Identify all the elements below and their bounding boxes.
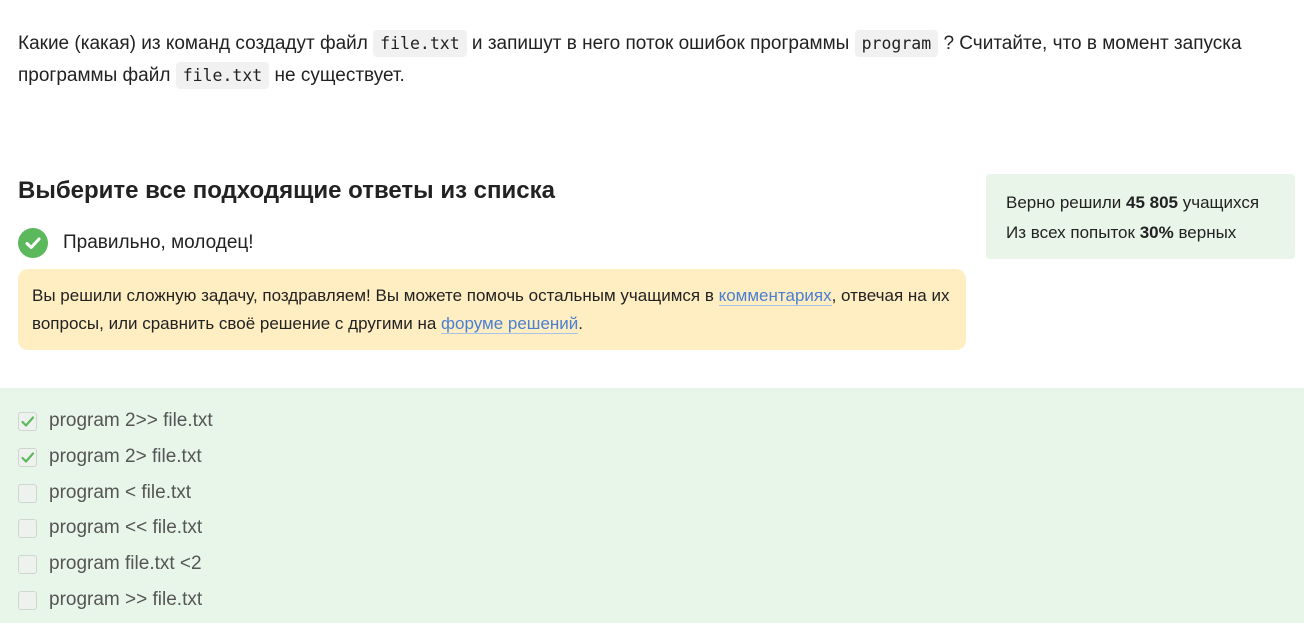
checkbox[interactable] (18, 590, 37, 610)
answers-title: Выберите все подходящие ответы из списка (18, 177, 555, 204)
code-snippet: file.txt (373, 30, 467, 57)
result-message: Правильно, молодец! (63, 232, 254, 253)
solved-count: 45 805 (1126, 193, 1178, 212)
answer-option[interactable]: program < file.txt (18, 482, 191, 504)
check-circle-icon (18, 228, 48, 258)
notice-text: . (578, 314, 584, 333)
result-status: Правильно, молодец! (18, 228, 254, 258)
answer-options: program 2>> file.txt program 2> file.txt… (0, 388, 1304, 623)
stats-solved-line: Верно решили 45 805 учащихся (1006, 193, 1260, 212)
code-snippet: file.txt (175, 62, 270, 89)
option-label: program << file.txt (49, 517, 203, 538)
option-label: program < file.txt (49, 482, 192, 503)
checkbox[interactable] (18, 554, 37, 574)
solutions-forum-link[interactable]: форуме решений (441, 314, 579, 334)
option-label: program 2> file.txt (49, 446, 202, 467)
congrats-notice: Вы решили сложную задачу, поздравляем! В… (18, 269, 966, 350)
question-text: Какие (какая) из команд создадут файл fi… (18, 28, 1278, 92)
answer-option[interactable]: program << file.txt (18, 517, 202, 539)
option-label: program 2>> file.txt (49, 410, 213, 431)
answer-option[interactable]: program >> file.txt (18, 589, 202, 611)
option-label: program >> file.txt (49, 589, 203, 610)
checkmark-icon (20, 414, 35, 429)
question-part: и запишут в него поток ошибок программы (466, 33, 855, 54)
answer-option[interactable]: program 2>> file.txt (18, 410, 213, 432)
notice-text: Вы решили сложную задачу, поздравляем! В… (32, 286, 719, 305)
answer-option[interactable]: program 2> file.txt (18, 446, 202, 468)
comments-link[interactable]: комментариях (718, 286, 832, 306)
success-rate: 30% (1139, 223, 1174, 242)
checkmark-icon (20, 450, 35, 465)
option-label: program file.txt <2 (49, 553, 202, 574)
checkbox-checked[interactable] (18, 411, 37, 431)
checkbox[interactable] (18, 483, 37, 503)
code-snippet: program (854, 30, 939, 57)
question-part: Какие (какая) из команд создадут файл (18, 33, 374, 54)
stats-attempts-line: Из всех попыток 30% верных (1006, 223, 1237, 242)
answer-option[interactable]: program file.txt <2 (18, 553, 202, 575)
checkbox-checked[interactable] (18, 447, 37, 467)
stats-panel: Верно решили 45 805 учащихся Из всех поп… (986, 174, 1295, 259)
question-part: не существует. (269, 65, 405, 86)
checkbox[interactable] (18, 518, 37, 538)
